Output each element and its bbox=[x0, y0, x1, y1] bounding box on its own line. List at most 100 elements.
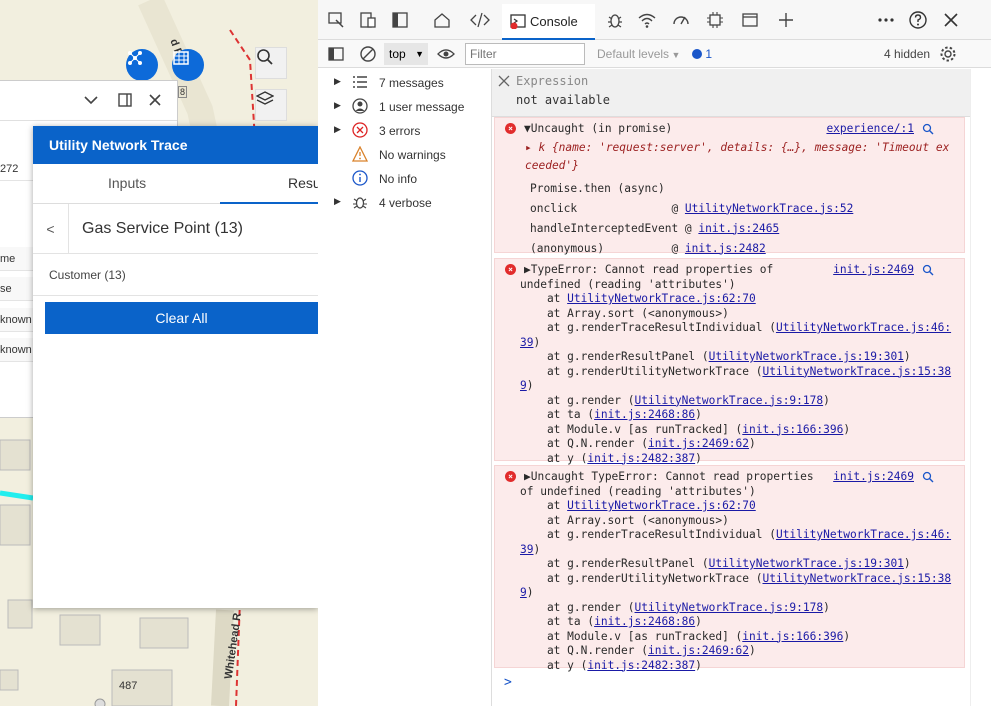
source-link[interactable]: init.js:2482:387 bbox=[587, 659, 695, 672]
source-link[interactable]: UtilityNetworkTrace.js:52 bbox=[685, 202, 853, 215]
error-line-text: ) bbox=[903, 350, 911, 363]
log-levels-dropdown[interactable]: Default levels ▼ bbox=[597, 47, 680, 61]
console-error-message[interactable]: × ▼Uncaught (in promise) experience/:1 ▸ k … bbox=[494, 117, 965, 255]
error-line-text: at g.renderTraceResultIndividual ( bbox=[520, 321, 776, 334]
source-link[interactable]: UtilityNetworkTrace.js:62:70 bbox=[567, 292, 756, 305]
sidebar-item-label: 3 errors bbox=[379, 124, 421, 138]
console-error-message[interactable]: × ▶TypeError: Cannot read properties of in… bbox=[494, 258, 965, 465]
source-location-link[interactable]: init.js:2469 bbox=[833, 470, 914, 483]
source-link[interactable]: init.js:166:396 bbox=[742, 423, 843, 436]
table-widget-button[interactable] bbox=[172, 49, 204, 81]
inspect-element-icon[interactable] bbox=[326, 10, 346, 30]
bug-sources-icon[interactable] bbox=[605, 10, 625, 30]
source-link[interactable]: UtilityNetworkTrace.js:15:38 bbox=[762, 572, 951, 585]
remove-expression-icon[interactable] bbox=[498, 74, 510, 92]
source-link[interactable]: UtilityNetworkTrace.js:62:70 bbox=[567, 499, 756, 512]
source-location-link[interactable]: init.js:2469 bbox=[833, 263, 914, 276]
tab-inputs[interactable]: Inputs bbox=[108, 164, 146, 204]
info-icon bbox=[352, 170, 368, 189]
console-prompt[interactable]: > bbox=[504, 675, 512, 690]
source-location-link[interactable]: experience/:1 bbox=[826, 122, 914, 135]
source-link[interactable]: UtilityNetworkTrace.js:9:178 bbox=[635, 601, 824, 614]
sidebar-item-info[interactable]: No info bbox=[318, 166, 491, 190]
network-wifi-icon[interactable] bbox=[637, 10, 657, 30]
source-link[interactable]: UtilityNetworkTrace.js:46: bbox=[776, 321, 951, 334]
source-link[interactable]: 39 bbox=[520, 543, 533, 556]
sidebar-item-messages[interactable]: ▶ 7 messages bbox=[318, 70, 491, 94]
search-source-icon[interactable] bbox=[922, 123, 934, 135]
error-line-text: at ta ( bbox=[520, 615, 595, 628]
sidebar-item-verbose[interactable]: ▶ 4 verbose bbox=[318, 190, 491, 214]
more-tools-plus-icon[interactable] bbox=[776, 10, 796, 30]
device-emulation-icon[interactable] bbox=[358, 10, 378, 30]
source-link[interactable]: UtilityNetworkTrace.js:9:178 bbox=[635, 394, 824, 407]
source-link[interactable]: UtilityNetworkTrace.js:46: bbox=[776, 528, 951, 541]
layers-button[interactable] bbox=[255, 89, 287, 121]
error-line: at g.renderUtilityNetworkTrace (UtilityN… bbox=[520, 365, 951, 378]
performance-gauge-icon[interactable] bbox=[671, 10, 691, 30]
source-link[interactable]: 9 bbox=[520, 379, 527, 392]
error-line-text: at y ( bbox=[520, 451, 588, 465]
context-select-value: top bbox=[389, 47, 406, 61]
more-options-icon[interactable] bbox=[876, 10, 896, 30]
customer-group-item[interactable]: Customer (13) bbox=[33, 254, 318, 296]
source-link[interactable]: init.js:166:396 bbox=[742, 630, 843, 643]
source-link[interactable]: init.js:2468:86 bbox=[594, 408, 695, 421]
network-trace-widget-button[interactable] bbox=[126, 49, 158, 81]
sidebar-item-errors[interactable]: ▶ 3 errors bbox=[318, 118, 491, 142]
sidebar-item-warnings[interactable]: No warnings bbox=[318, 142, 491, 166]
map-view[interactable]: d Rd Whitehead R 487 8 272 me se known k… bbox=[0, 0, 318, 706]
context-select[interactable]: top ▼ bbox=[384, 43, 428, 65]
source-link[interactable]: init.js:2468:86 bbox=[594, 615, 695, 628]
error-line: at Q.N.render (init.js:2469:62) bbox=[520, 437, 756, 450]
welcome-home-icon[interactable] bbox=[432, 10, 452, 30]
close-devtools-icon[interactable] bbox=[941, 10, 961, 30]
caret-down-icon: ▼ bbox=[415, 49, 424, 59]
devtools-panel: Console top ▼ Default levels ▼ 1 4 hidde… bbox=[318, 0, 991, 706]
list-icon bbox=[352, 74, 368, 93]
tab-results[interactable]: Resu bbox=[288, 164, 318, 204]
source-link[interactable]: UtilityNetworkTrace.js:19:301 bbox=[709, 350, 904, 363]
error-line: at g.renderResultPanel (UtilityNetworkTr… bbox=[520, 350, 911, 363]
live-expression-eye-icon[interactable] bbox=[436, 44, 456, 64]
issues-counter[interactable]: 1 bbox=[692, 47, 712, 61]
source-link[interactable]: init.js:2482:387 bbox=[587, 452, 695, 465]
console-scrollbar[interactable] bbox=[970, 69, 991, 706]
error-line: ▸ k {name: 'request:server', details: {…… bbox=[525, 141, 949, 154]
clear-console-icon[interactable] bbox=[358, 44, 378, 64]
error-line-text: at Array.sort (<anonymous>) bbox=[520, 306, 729, 320]
console-tab-label: Console bbox=[530, 14, 578, 29]
application-window-icon[interactable] bbox=[740, 10, 760, 30]
error-icon: × bbox=[505, 123, 516, 134]
search-source-icon[interactable] bbox=[922, 264, 934, 276]
dock-side-icon[interactable] bbox=[390, 10, 410, 30]
error-line: at g.render (UtilityNetworkTrace.js:9:17… bbox=[520, 394, 830, 407]
error-line: at ta (init.js:2468:86) bbox=[520, 615, 702, 628]
map-search-button[interactable] bbox=[255, 47, 287, 79]
source-link[interactable]: init.js:2465 bbox=[698, 222, 779, 235]
error-line-text: ▸ k {name: 'request:server', details: {…… bbox=[525, 140, 950, 154]
clear-all-button[interactable]: Clear All bbox=[45, 302, 318, 334]
search-source-icon[interactable] bbox=[922, 471, 934, 483]
source-link[interactable]: 9 bbox=[520, 586, 527, 599]
back-button[interactable]: < bbox=[33, 204, 69, 254]
error-line-text: ) bbox=[526, 379, 534, 392]
source-link[interactable]: init.js:2469:62 bbox=[648, 644, 749, 657]
memory-chip-icon[interactable] bbox=[705, 10, 725, 30]
sidebar-item-user-messages[interactable]: ▶ 1 user message bbox=[318, 94, 491, 118]
tab-console[interactable]: Console bbox=[502, 4, 595, 40]
elements-code-icon[interactable] bbox=[470, 10, 490, 30]
source-link[interactable]: init.js:2469:62 bbox=[648, 437, 749, 450]
source-link[interactable]: UtilityNetworkTrace.js:19:301 bbox=[709, 557, 904, 570]
source-link[interactable]: 39 bbox=[520, 336, 533, 349]
filter-input[interactable] bbox=[465, 43, 585, 65]
console-error-message[interactable]: × ▶Uncaught TypeError: Cannot read proper… bbox=[494, 465, 965, 672]
sidebar-item-label: 4 verbose bbox=[379, 196, 432, 210]
show-sidebar-icon[interactable] bbox=[326, 44, 346, 64]
source-link[interactable]: UtilityNetworkTrace.js:15:38 bbox=[762, 365, 951, 378]
help-icon[interactable] bbox=[908, 10, 928, 30]
error-line: 9) bbox=[520, 379, 534, 392]
source-link[interactable]: init.js:2482 bbox=[685, 242, 766, 255]
console-settings-gear-icon[interactable] bbox=[938, 44, 958, 64]
utility-network-trace-panel: Utility Network Trace Inputs Resu < Gas … bbox=[33, 126, 318, 608]
